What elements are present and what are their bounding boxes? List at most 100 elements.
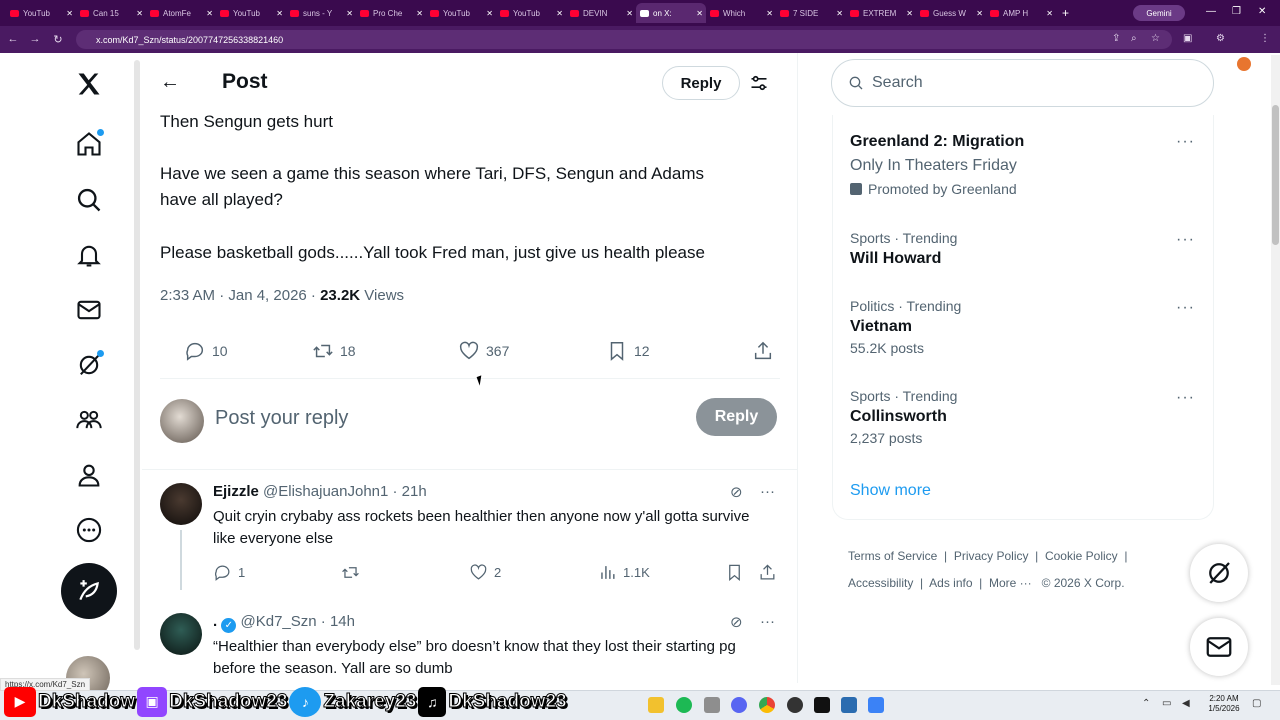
new-tab-button[interactable]: + [1062, 6, 1069, 20]
notifications-bell-icon[interactable] [74, 240, 104, 270]
browser-tab[interactable]: AtomFe ✕ [146, 3, 216, 23]
tab-close-icon[interactable]: ✕ [556, 9, 563, 18]
grok-icon[interactable] [74, 350, 104, 380]
tab-close-icon[interactable]: ✕ [906, 9, 913, 18]
browser-tab[interactable]: Can 15 ✕ [76, 3, 146, 23]
reply-reply-action[interactable]: 1 [213, 563, 245, 582]
profile-icon[interactable] [74, 460, 104, 490]
home-icon[interactable] [74, 129, 104, 159]
spotify-icon[interactable] [676, 697, 692, 713]
tab-close-icon[interactable]: ✕ [206, 9, 213, 18]
tab-close-icon[interactable]: ✕ [136, 9, 143, 18]
more-options-icon[interactable]: ··· [1176, 299, 1195, 317]
reply-avatar[interactable] [160, 483, 202, 525]
more-options-icon[interactable]: ··· [760, 613, 775, 630]
reply-post[interactable]: Ejizzle @ElishajuanJohn1 · 21h ⊘ ··· Qui… [160, 483, 780, 603]
back-arrow-icon[interactable]: ← [160, 71, 180, 94]
browser-tab[interactable]: Which ✕ [706, 3, 776, 23]
reply-share-action[interactable] [758, 563, 783, 582]
zoom-icon[interactable]: ⌕ [1131, 33, 1137, 44]
browser-tab[interactable]: YouTub ✕ [426, 3, 496, 23]
reply-post[interactable]: . ✓ @Kd7_Szn · 14h ⊘ ··· “Healthier than… [160, 613, 780, 683]
obs-icon[interactable] [787, 697, 803, 713]
reply-author[interactable]: Ejizzle @ElishajuanJohn1 · 21h [213, 483, 427, 500]
like-action[interactable]: 367 [458, 340, 509, 362]
browser-tab[interactable]: YouTub ✕ [6, 3, 76, 23]
tab-close-icon[interactable]: ✕ [66, 9, 73, 18]
tab-close-icon[interactable]: ✕ [696, 9, 703, 18]
privacy-link[interactable]: Privacy Policy [954, 549, 1029, 563]
filter-sliders-icon[interactable] [749, 73, 769, 93]
forward-icon[interactable]: → [24, 33, 46, 45]
communities-icon[interactable] [74, 405, 104, 435]
search-input[interactable]: Search [831, 59, 1214, 107]
gemini-button[interactable]: Gemini [1133, 5, 1185, 21]
extensions-icon[interactable]: ⚙ [1216, 33, 1225, 44]
browser-tab[interactable]: suns - Y ✕ [286, 3, 356, 23]
tab-close-icon[interactable]: ✕ [836, 9, 843, 18]
messages-floating-button[interactable] [1190, 618, 1248, 676]
header-reply-button[interactable]: Reply [662, 66, 740, 100]
reply-bookmark-action[interactable] [725, 563, 750, 582]
more-options-icon[interactable]: ··· [760, 483, 775, 500]
more-options-icon[interactable]: ··· [1176, 231, 1195, 249]
explore-search-icon[interactable] [74, 185, 104, 215]
menu-icon[interactable]: ⋮ [1260, 33, 1270, 44]
back-icon[interactable]: ← [2, 33, 24, 45]
tab-close-icon[interactable]: ✕ [486, 9, 493, 18]
browser-tab[interactable]: on X: ✕ [636, 3, 706, 23]
bookmark-star-icon[interactable]: ☆ [1151, 33, 1160, 44]
repost-action[interactable]: 18 [312, 340, 356, 362]
browser-tab[interactable]: Guess W ✕ [916, 3, 986, 23]
more-circle-icon[interactable] [74, 515, 104, 545]
tab-close-icon[interactable]: ✕ [976, 9, 983, 18]
app-icon[interactable] [868, 697, 884, 713]
scrollbar-thumb[interactable] [1272, 105, 1279, 245]
tab-close-icon[interactable]: ✕ [766, 9, 773, 18]
tiktok-taskbar-icon[interactable] [814, 697, 830, 713]
trend-item[interactable]: Politics · Trending Vietnam 55.2K posts [850, 298, 1200, 356]
cookie-link[interactable]: Cookie Policy [1045, 549, 1118, 563]
browser-tab[interactable]: Pro Che ✕ [356, 3, 426, 23]
page-scrollbar[interactable] [1271, 55, 1280, 685]
bookmark-action[interactable]: 12 [606, 340, 650, 362]
browser-tab[interactable]: DEVIN ✕ [566, 3, 636, 23]
mic-app-icon[interactable] [704, 697, 720, 713]
network-icon[interactable]: ▭ [1162, 698, 1171, 709]
left-scrollbar[interactable] [134, 60, 140, 650]
browser-tab[interactable]: YouTub ✕ [496, 3, 566, 23]
profile-avatar[interactable] [1237, 57, 1251, 71]
browser-tab[interactable]: 7 SIDE ✕ [776, 3, 846, 23]
messages-mail-icon[interactable] [74, 295, 104, 325]
reply-views-action[interactable]: 1.1K [598, 563, 650, 582]
browser-tab[interactable]: AMP H ✕ [986, 3, 1056, 23]
browser-tab[interactable]: YouTub ✕ [216, 3, 286, 23]
grok-floating-button[interactable] [1190, 544, 1248, 602]
compose-post-button[interactable] [61, 563, 117, 619]
maximize-icon[interactable]: ❐ [1232, 6, 1241, 17]
reply-action[interactable]: 10 [184, 340, 228, 362]
tab-close-icon[interactable]: ✕ [276, 9, 283, 18]
volume-icon[interactable]: ◀ [1182, 698, 1190, 709]
more-link[interactable]: More ··· [989, 576, 1032, 590]
url-field[interactable]: x.com/Kd7_Szn/status/2007747256338821460 [76, 30, 1172, 49]
more-options-icon[interactable]: ··· [1176, 133, 1195, 151]
taskbar-clock[interactable]: 2:20 AM 1/5/2026 [1205, 694, 1243, 714]
discord-icon[interactable] [731, 697, 747, 713]
tab-close-icon[interactable]: ✕ [416, 9, 423, 18]
x-logo-icon[interactable] [74, 69, 104, 99]
accessibility-link[interactable]: Accessibility [848, 576, 913, 590]
trend-item[interactable]: Sports · Trending Will Howard [850, 230, 1200, 268]
install-icon[interactable]: ⇪ [1112, 33, 1120, 44]
reply-input[interactable]: Post your reply [215, 407, 348, 430]
terms-link[interactable]: Terms of Service [848, 549, 937, 563]
app-icon[interactable] [841, 697, 857, 713]
tab-close-icon[interactable]: ✕ [626, 9, 633, 18]
trend-item-promoted[interactable]: Greenland 2: Migration Only In Theaters … [850, 133, 1200, 197]
close-window-icon[interactable]: ✕ [1258, 6, 1266, 17]
reload-icon[interactable]: ↻ [47, 33, 69, 46]
grok-explain-icon[interactable]: ⊘ [730, 613, 743, 631]
tab-close-icon[interactable]: ✕ [1046, 9, 1053, 18]
reply-like-action[interactable]: 2 [469, 563, 501, 582]
file-explorer-icon[interactable] [648, 697, 664, 713]
